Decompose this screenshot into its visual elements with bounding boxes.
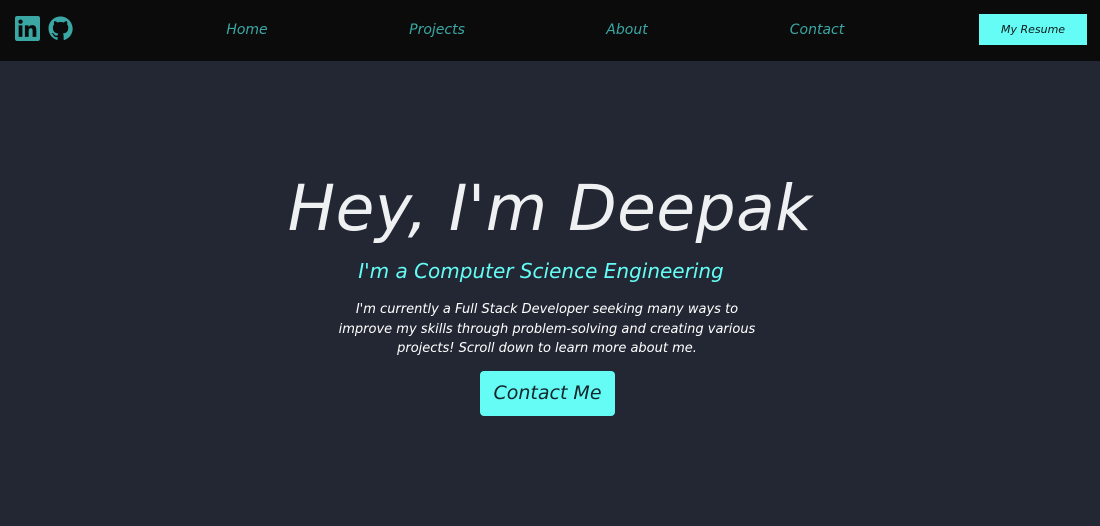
hero-subtitle: I'm a Computer Science Engineering <box>358 259 724 283</box>
linkedin-icon[interactable] <box>15 16 40 41</box>
navbar: Home Projects About Contact My Resume <box>0 0 1100 61</box>
contact-me-button[interactable]: Contact Me <box>480 371 615 416</box>
nav-contact-link[interactable]: Contact <box>747 20 887 40</box>
hero-description-line: I'm currently a Full Stack Developer see… <box>355 302 739 317</box>
nav-about-link[interactable]: About <box>557 20 697 40</box>
resume-button[interactable]: My Resume <box>979 14 1087 45</box>
nav-projects-link[interactable]: Projects <box>367 20 507 40</box>
nav-home-link[interactable]: Home <box>177 20 317 40</box>
hero-description: I'm currently a Full Stack Developer see… <box>332 300 762 359</box>
hero-title: Hey, I'm Deepak <box>287 172 813 245</box>
github-icon[interactable] <box>48 16 73 41</box>
hero-description-line: projects! Scroll down to learn more abou… <box>397 341 697 356</box>
hero-description-line: improve my skills through problem-solvin… <box>338 321 756 337</box>
